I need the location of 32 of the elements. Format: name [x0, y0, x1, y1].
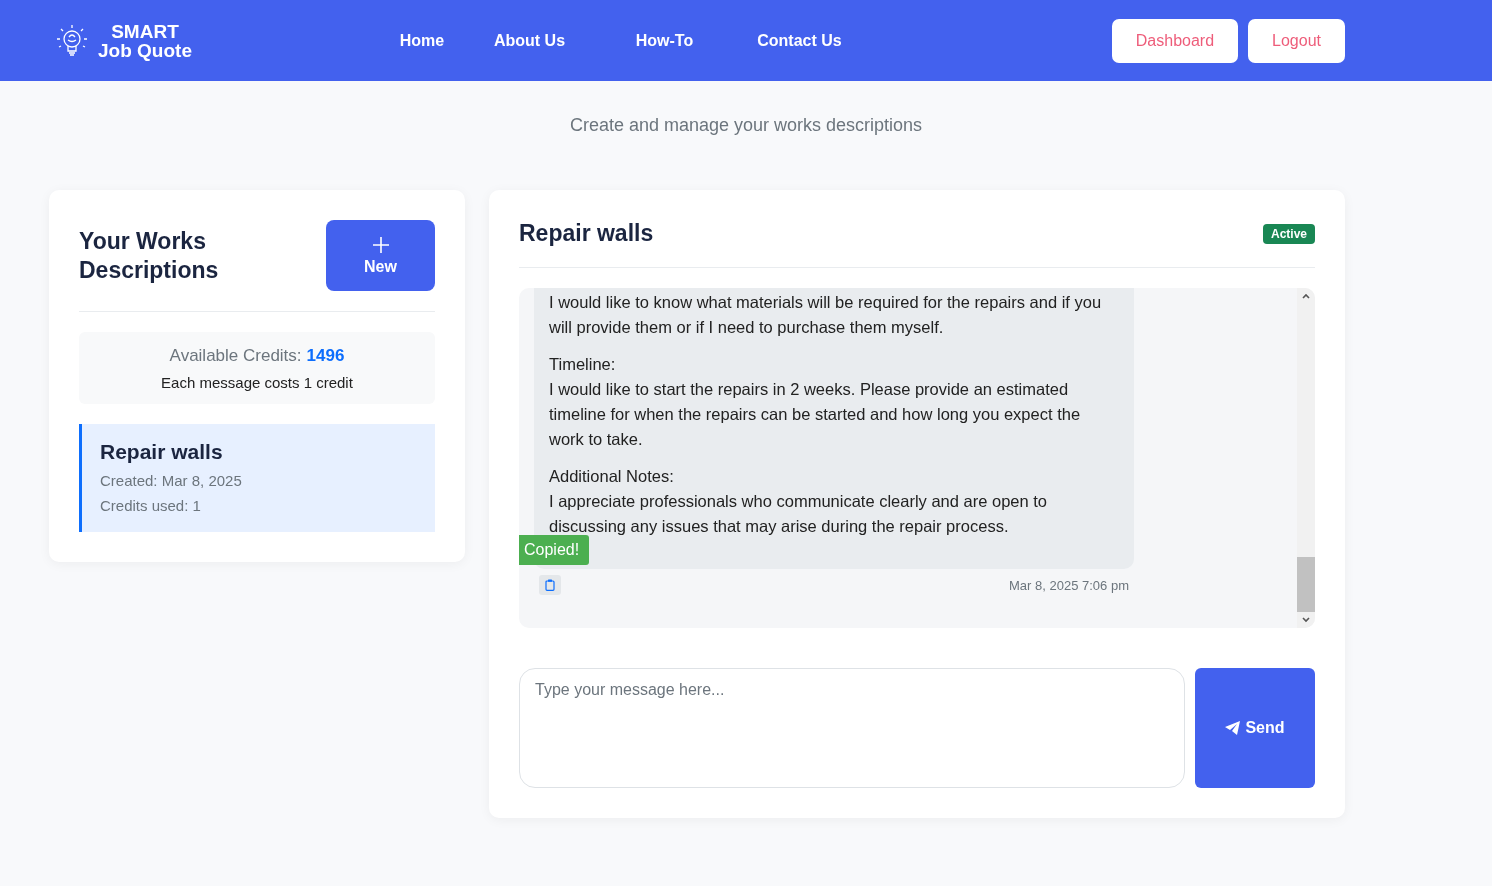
scroll-up-icon: [1301, 292, 1311, 300]
status-badge: Active: [1262, 223, 1315, 244]
nav-link[interactable]: Home: [355, 31, 462, 50]
credits-label: Available Credits:: [169, 346, 302, 366]
scrollbar-thumb[interactable]: [1297, 557, 1315, 612]
message-input[interactable]: Type your message here...: [519, 668, 1185, 788]
nav-button[interactable]: Dashboard: [1111, 18, 1239, 63]
copy-button[interactable]: [539, 575, 561, 595]
message-text: I would like to know what materials will be required for the repairs and if you will provide them or if I need to purchase them myself.: [549, 292, 1103, 338]
logo-text: SMART: [111, 21, 179, 41]
item-credits: Credits used: 1: [100, 497, 202, 514]
sidebar-title: Your Works Descriptions: [79, 226, 220, 285]
chat-title: Repair walls: [519, 220, 654, 247]
message-text: Additional Notes: I appreciate professionals who communicate clearly and are open to discussing any issues that may arise during the repair process.: [549, 466, 1049, 537]
message-text: Timeline: I would like to start the repairs in 2 weeks. Please provide an estimated timeline for when the repairs can be started and how long you expect the work to take.: [549, 354, 1082, 450]
item-title: Repair walls: [100, 440, 224, 464]
credits-note: Each message costs 1 credit: [161, 374, 353, 391]
new-button[interactable]: New: [326, 220, 435, 291]
scroll-down-icon: [1301, 616, 1311, 624]
description-item[interactable]: Repair walls Created: Mar 8, 2025 Credits used: 1: [79, 424, 435, 532]
plus-icon: [371, 235, 390, 254]
copied-tooltip: Copied!: [519, 535, 590, 565]
send-button[interactable]: Send: [1195, 668, 1315, 788]
clipboard-icon: [545, 579, 555, 591]
scrollbar[interactable]: [1297, 288, 1315, 628]
credits-value: 1496: [306, 346, 345, 366]
page-subtitle: Create and manage your works descriptions: [568, 115, 924, 136]
paper-plane-icon: [1225, 721, 1241, 735]
nav-button[interactable]: Logout: [1248, 18, 1345, 63]
logo-text: Job Quote: [98, 40, 192, 60]
message-time: Mar 8, 2025 7:06 pm: [1009, 577, 1129, 593]
item-created: Created: Mar 8, 2025: [100, 472, 243, 489]
